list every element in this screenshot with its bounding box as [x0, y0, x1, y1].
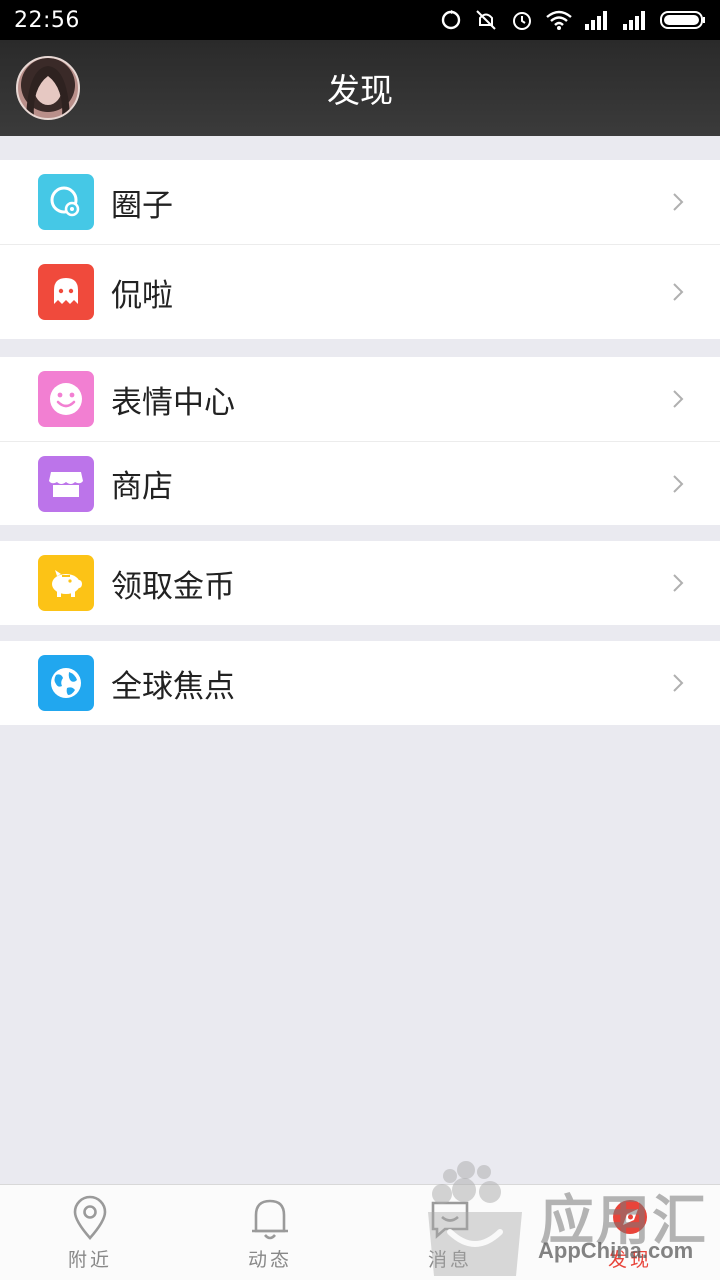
avatar[interactable]	[16, 56, 80, 120]
smiley-icon	[38, 371, 94, 427]
location-pin-icon	[73, 1195, 107, 1240]
menu-item-emoji-center[interactable]: 表情中心	[0, 357, 720, 441]
bell-icon	[252, 1199, 288, 1240]
nav-tab-discover[interactable]: 发现	[540, 1185, 720, 1280]
status-time: 22:56	[14, 7, 80, 33]
menu-item-label: 全球焦点	[111, 668, 235, 705]
nav-label: 动态	[247, 1249, 292, 1271]
nav-tab-messages[interactable]: 消息	[360, 1185, 540, 1280]
chevron-right-icon	[673, 674, 684, 692]
chevron-right-icon	[673, 390, 684, 408]
menu-item-global-focus[interactable]: 全球焦点	[0, 641, 720, 725]
globe-icon	[38, 655, 94, 711]
status-bar: 22:56	[0, 0, 720, 40]
menu-item-kanla[interactable]: 侃啦	[0, 244, 720, 339]
nav-label: 附近	[67, 1249, 112, 1271]
bottom-nav: 附近 动态 消息 发现	[0, 1184, 720, 1280]
signal-icon	[585, 11, 607, 30]
menu-item-label: 表情中心	[111, 384, 235, 421]
menu-item-label: 领取金币	[111, 568, 235, 605]
menu-item-circle[interactable]: 圈子	[0, 160, 720, 244]
menu-item-label: 商店	[111, 469, 173, 505]
ghost-chat-icon	[38, 264, 94, 320]
chevron-right-icon	[673, 193, 684, 211]
page-title: 发现	[327, 71, 393, 110]
menu-group-1: 圈子 侃啦	[0, 160, 720, 339]
nav-label: 消息	[427, 1249, 472, 1271]
menu-item-label: 圈子	[111, 187, 173, 224]
alarm-icon	[513, 12, 531, 30]
piggy-bank-icon	[38, 555, 94, 611]
menu-group-4: 全球焦点	[0, 641, 720, 725]
app-header: 发现	[0, 40, 720, 136]
status-icons	[440, 9, 706, 31]
menu-group-2: 表情中心 商店	[0, 357, 720, 525]
compass-icon	[613, 1200, 647, 1234]
menu-item-get-coins[interactable]: 领取金币	[0, 541, 720, 625]
chevron-right-icon	[673, 474, 684, 493]
signal-icon	[623, 11, 645, 30]
menu-item-label: 侃啦	[111, 277, 173, 314]
store-icon	[38, 455, 94, 512]
chevron-right-icon	[673, 574, 684, 592]
chevron-right-icon	[673, 283, 684, 301]
wifi-icon	[546, 10, 572, 30]
circle-location-icon	[38, 174, 94, 230]
chat-bubble-icon	[431, 1201, 469, 1239]
sync-icon	[441, 10, 461, 30]
menu-group-3: 领取金币	[0, 541, 720, 625]
nav-label: 发现	[607, 1249, 652, 1271]
nav-tab-moments[interactable]: 动态	[180, 1185, 360, 1280]
menu-item-store[interactable]: 商店	[0, 441, 720, 525]
nav-tab-nearby[interactable]: 附近	[0, 1185, 180, 1280]
mute-icon	[476, 10, 496, 30]
battery-icon	[660, 11, 705, 29]
